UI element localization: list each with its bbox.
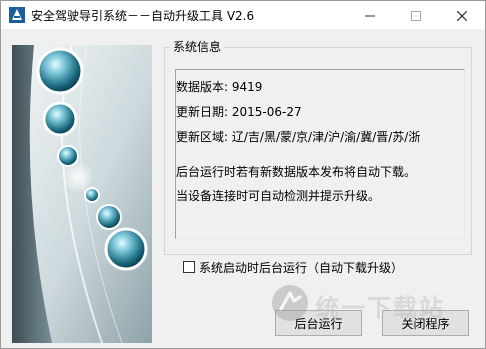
device-detect-note: 当设备连接时可自动检测并提示升级。 bbox=[176, 189, 381, 203]
close-button[interactable] bbox=[439, 1, 485, 29]
background-autostart-checkbox[interactable] bbox=[183, 261, 195, 273]
system-info-panel: 数据版本: 9419 更新日期: 2015-06-27 更新区域: 辽/吉/黑/… bbox=[175, 69, 465, 239]
background-run-button[interactable]: 后台运行 bbox=[275, 310, 362, 336]
update-region-line: 更新区域: 辽/吉/黑/蒙/京/津/沪/渝/冀/晋/苏/浙 bbox=[176, 130, 421, 144]
maximize-button[interactable] bbox=[393, 1, 439, 29]
window-title: 安全驾驶导引系统－－自动升级工具 V2.6 bbox=[31, 9, 255, 23]
minimize-icon bbox=[365, 6, 375, 25]
minimize-button[interactable] bbox=[347, 1, 393, 29]
app-icon bbox=[9, 7, 25, 23]
background-autostart-label[interactable]: 系统启动时后台运行（自动下载升级） bbox=[199, 259, 403, 276]
data-version-line: 数据版本: 9419 bbox=[176, 80, 263, 94]
update-date-line: 更新日期: 2015-06-27 bbox=[176, 105, 302, 119]
close-program-button[interactable]: 关闭程序 bbox=[382, 310, 469, 336]
title-bar[interactable]: 安全驾驶导引系统－－自动升级工具 V2.6 bbox=[1, 1, 485, 29]
side-banner-image bbox=[12, 44, 152, 344]
system-info-legend: 系统信息 bbox=[170, 38, 225, 55]
main-window: 安全驾驶导引系统－－自动升级工具 V2.6 系统信息 数据版本: 9419 更新… bbox=[0, 0, 486, 349]
background-autostart-option[interactable]: 系统启动时后台运行（自动下载升级） bbox=[183, 259, 403, 275]
maximize-icon bbox=[411, 6, 421, 25]
close-icon bbox=[456, 6, 468, 25]
auto-download-note: 后台运行时若有新数据版本发布将自动下载。 bbox=[176, 165, 417, 179]
